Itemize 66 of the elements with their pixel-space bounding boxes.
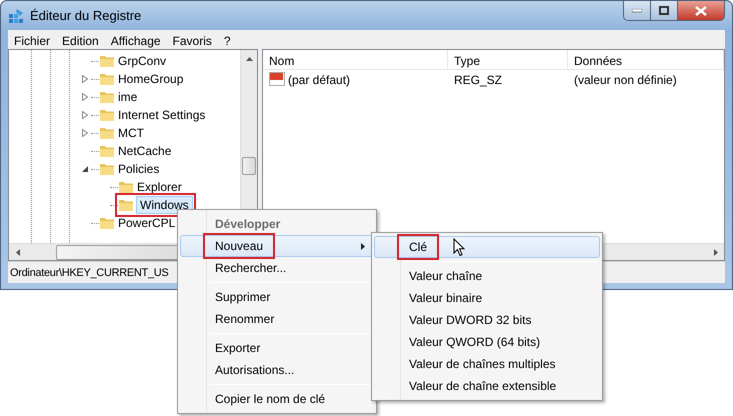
tree-item[interactable]: Internet Settings (115, 107, 208, 123)
menu-item[interactable]: Affichage (104, 30, 167, 49)
table-cell-text: (valeur non définie) (574, 72, 677, 89)
minimize-button[interactable] (624, 1, 651, 20)
maximize-button[interactable] (651, 1, 678, 20)
tree-item[interactable]: Windows (136, 196, 193, 214)
tree-item[interactable]: Policies (115, 161, 162, 177)
menu-item[interactable]: Valeur chaîne (374, 265, 600, 287)
close-icon[interactable] (695, 6, 707, 16)
menu-item[interactable]: Valeur QWORD (64 bits) (374, 331, 600, 353)
tree-item[interactable]: GrpConv (115, 53, 170, 69)
string-value-icon[interactable] (269, 72, 285, 88)
tree-item[interactable]: NetCache (115, 143, 174, 159)
folder-icon (99, 107, 115, 123)
minimize-icon[interactable] (632, 8, 642, 12)
expanded-arrow-icon[interactable] (82, 166, 88, 172)
collapsed-arrow-icon[interactable] (82, 75, 88, 83)
close-button[interactable] (678, 1, 724, 20)
folder-icon (99, 89, 115, 105)
menu-item[interactable]: Rechercher... (180, 257, 374, 279)
menu-item[interactable]: Supprimer (180, 286, 374, 308)
maximize-icon[interactable] (659, 6, 669, 15)
collapsed-arrow-icon[interactable] (82, 111, 88, 119)
folder-icon (118, 179, 134, 195)
menu-item[interactable]: Exporter (180, 337, 374, 359)
menu-item[interactable]: Clé (374, 236, 600, 258)
tree-item[interactable]: MCT (115, 125, 147, 141)
menu-item[interactable]: Renommer (180, 308, 374, 330)
folder-icon (118, 197, 134, 213)
column-header[interactable]: Type (448, 50, 568, 69)
table-cell-text: (par défaut) (288, 72, 350, 89)
scroll-up-icon[interactable] (246, 56, 253, 60)
menu-item[interactable]: Valeur binaire (374, 287, 600, 309)
menu-item[interactable]: ? (218, 30, 237, 49)
menu-item[interactable]: Copier le nom de clé (180, 388, 374, 410)
submenu-arrow-icon[interactable] (361, 242, 365, 250)
collapsed-arrow-icon[interactable] (82, 129, 88, 137)
menu-item[interactable]: Valeur de chaîne extensible (374, 375, 600, 397)
menu-item[interactable]: Valeur de chaînes multiples (374, 353, 600, 375)
table-cell-text: REG_SZ (454, 72, 502, 89)
folder-icon (99, 143, 115, 159)
menu-item[interactable]: Autorisations... (180, 359, 374, 381)
folder-icon (99, 125, 115, 141)
menu-item[interactable]: Nouveau (180, 235, 374, 257)
collapsed-arrow-icon[interactable] (82, 93, 88, 101)
menu-item[interactable]: Edition (56, 30, 105, 49)
folder-icon (99, 53, 115, 69)
folder-icon (99, 71, 115, 87)
tree-item[interactable]: PowerCPL (115, 215, 178, 231)
tree-item[interactable]: ime (115, 89, 140, 105)
menu-item[interactable]: Valeur DWORD 32 bits (374, 309, 600, 331)
registry-icon (8, 8, 24, 24)
tree-item[interactable]: HomeGroup (115, 71, 186, 87)
mouse-cursor-icon (453, 238, 465, 257)
column-header[interactable]: Données (568, 50, 724, 69)
window-title: Éditeur du Registre (30, 6, 142, 25)
folder-icon (99, 215, 115, 231)
menu-item[interactable]: Favoris (166, 30, 218, 49)
scrollbar-thumb[interactable] (242, 157, 256, 175)
folder-icon (99, 161, 115, 177)
scroll-left-icon[interactable] (16, 248, 20, 256)
menu-item[interactable]: Fichier (8, 30, 56, 49)
status-path: Ordinateur\HKEY_CURRENT_US (10, 267, 168, 279)
scroll-right-icon[interactable] (714, 248, 718, 256)
tree-item[interactable]: Explorer (134, 179, 185, 195)
column-header[interactable]: Nom (263, 50, 448, 69)
